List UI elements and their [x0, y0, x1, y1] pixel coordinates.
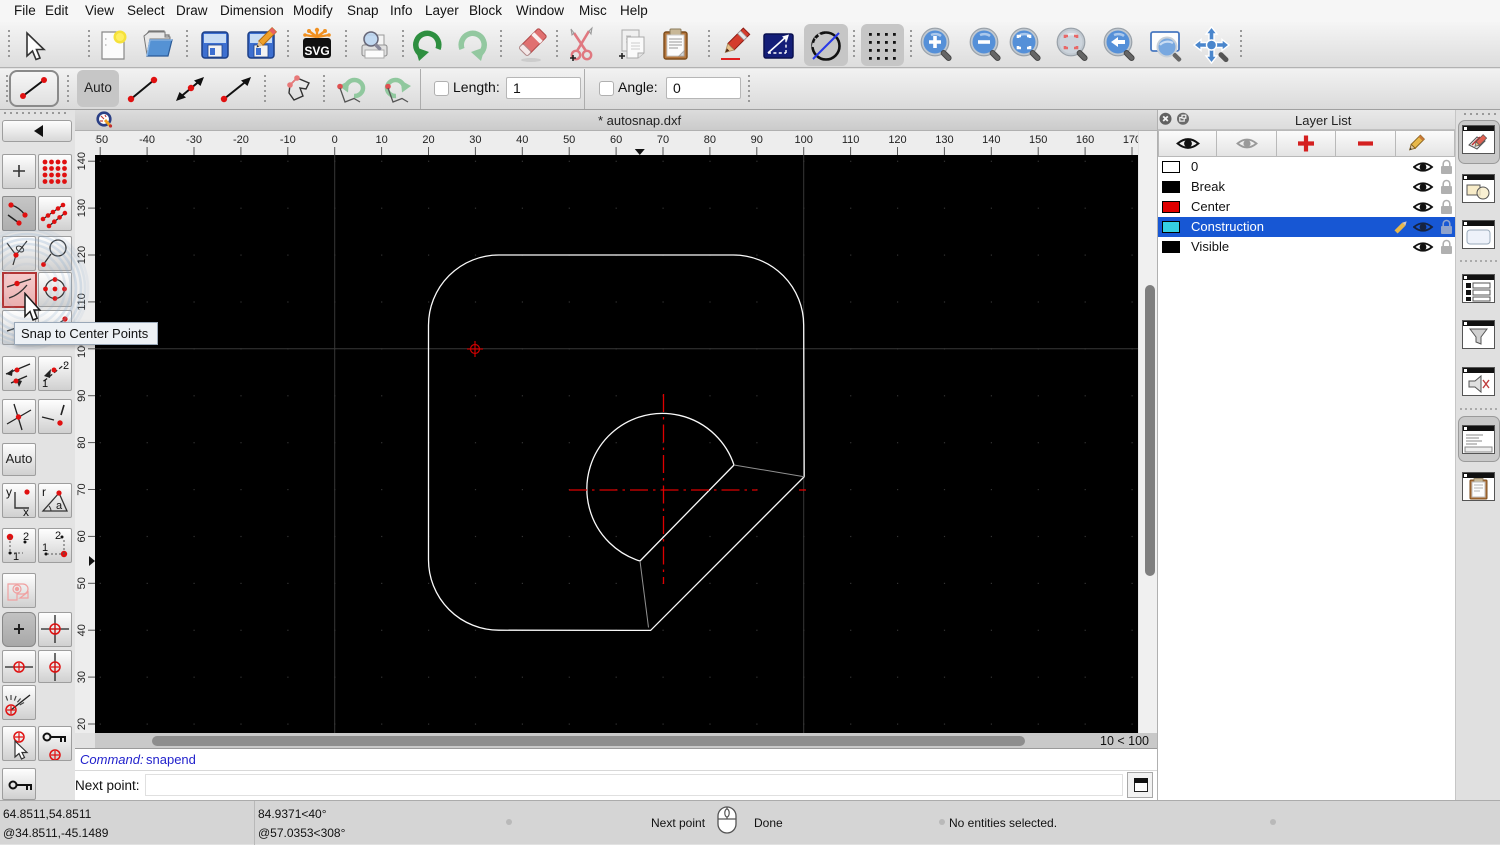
svg-text:1: 1	[42, 378, 48, 390]
svg-text:-30: -30	[186, 134, 202, 146]
svg-text:-10: -10	[280, 134, 296, 146]
svg-text:r: r	[42, 485, 46, 499]
svg-text:70: 70	[657, 134, 669, 146]
svg-text:30: 30	[76, 671, 88, 683]
svg-text:40: 40	[76, 624, 88, 636]
svg-text:0: 0	[332, 134, 338, 146]
svg-text:20: 20	[76, 718, 88, 730]
svg-text:-50: -50	[95, 134, 108, 146]
svg-text:120: 120	[76, 246, 88, 264]
svg-text:10: 10	[375, 134, 387, 146]
svg-text:90: 90	[751, 134, 763, 146]
svg-text:160: 160	[1076, 134, 1094, 146]
svg-text:2: 2	[23, 531, 29, 543]
svg-text:x: x	[23, 505, 29, 517]
svg-text:120: 120	[888, 134, 906, 146]
svg-text:50: 50	[563, 134, 575, 146]
svg-text:100: 100	[795, 134, 813, 146]
svg-text:70: 70	[76, 483, 88, 495]
svg-text:80: 80	[76, 436, 88, 448]
svg-text:y: y	[6, 485, 12, 499]
svg-text:110: 110	[76, 293, 88, 311]
svg-text:60: 60	[76, 530, 88, 542]
svg-text:130: 130	[76, 199, 88, 217]
svg-text:a: a	[56, 500, 63, 512]
svg-text:140: 140	[76, 152, 88, 170]
svg-text:150: 150	[1029, 134, 1047, 146]
svg-text:-40: -40	[139, 134, 155, 146]
svg-text:170: 170	[1123, 134, 1138, 146]
svg-text:-20: -20	[233, 134, 249, 146]
svg-text:20: 20	[422, 134, 434, 146]
svg-text:1: 1	[13, 551, 19, 562]
svg-text:130: 130	[935, 134, 953, 146]
svg-text:110: 110	[842, 134, 860, 146]
svg-text:30: 30	[469, 134, 481, 146]
svg-text:2: 2	[55, 530, 61, 542]
svg-text:50: 50	[76, 577, 88, 589]
svg-text:140: 140	[982, 134, 1000, 146]
svg-text:40: 40	[516, 134, 528, 146]
svg-text:2: 2	[63, 360, 69, 372]
svg-text:90: 90	[76, 390, 88, 402]
svg-text:SVG: SVG	[304, 44, 329, 58]
svg-text:1: 1	[42, 542, 48, 554]
svg-text:80: 80	[704, 134, 716, 146]
svg-text:60: 60	[610, 134, 622, 146]
